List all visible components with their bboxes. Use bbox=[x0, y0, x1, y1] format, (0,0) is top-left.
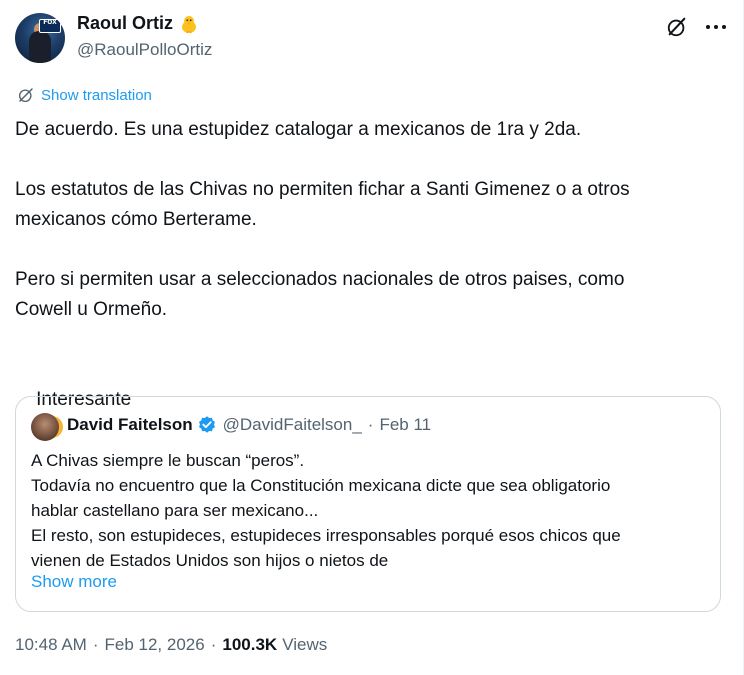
grok-slash-circle-icon[interactable] bbox=[666, 16, 688, 38]
show-more-link[interactable]: Show more bbox=[31, 572, 117, 592]
tweet-meta: 10:48 AM · Feb 12, 2026 · 100.3K Views bbox=[15, 635, 327, 655]
quoted-text-line: A Chivas siempre le buscan “peros”. bbox=[31, 451, 305, 470]
show-translation-label: Show translation bbox=[41, 86, 152, 104]
quoted-author-handle[interactable]: @DavidFaitelson_ bbox=[223, 415, 362, 435]
verified-badge-icon bbox=[198, 416, 215, 433]
tweet-time[interactable]: 10:48 AM bbox=[15, 635, 87, 655]
more-dots-icon[interactable] bbox=[704, 16, 728, 38]
avatar-body bbox=[29, 31, 51, 63]
author-display-name[interactable]: Raoul Ortiz bbox=[77, 13, 173, 34]
tweet-paragraph: Pero si permiten usar a seleccionados na… bbox=[15, 269, 625, 320]
author-handle[interactable]: @RaoulPolloOrtiz bbox=[77, 40, 212, 60]
tweet-paragraph: Los estatutos de las Chivas no permiten … bbox=[15, 179, 630, 230]
quoted-author-name[interactable]: David Faitelson bbox=[67, 415, 193, 435]
author-name-row: Raoul Ortiz bbox=[77, 13, 199, 34]
quoted-tweet-header: David Faitelson @DavidFaitelson_ · Feb 1… bbox=[67, 415, 431, 435]
meta-separator: · bbox=[210, 635, 217, 654]
quoted-tweet-text: A Chivas siempre le buscan “peros”. Toda… bbox=[31, 448, 711, 573]
tweet-paragraph: De acuerdo. Es una estupidez catalogar a… bbox=[15, 119, 582, 140]
quoted-author-avatar[interactable] bbox=[31, 413, 59, 441]
tweet-header: FOX Raoul Ortiz @RaoulPolloOrtiz bbox=[15, 12, 730, 64]
author-avatar[interactable]: FOX bbox=[15, 13, 65, 63]
quoted-date[interactable]: Feb 11 bbox=[379, 415, 431, 435]
baby-chick-icon bbox=[182, 15, 197, 33]
tweet-date[interactable]: Feb 12, 2026 bbox=[105, 635, 205, 655]
quoted-separator: · bbox=[367, 415, 374, 434]
quoted-text-line: vienen de Estados Unidos son hijos o nie… bbox=[31, 551, 389, 570]
quoted-text-line: Todavía no encuentro que la Constitución… bbox=[31, 476, 611, 495]
show-translation-link[interactable]: Show translation bbox=[17, 86, 152, 104]
quoted-tweet-card[interactable]: David Faitelson @DavidFaitelson_ · Feb 1… bbox=[15, 396, 721, 612]
quoted-text-line: hablar castellano para ser mexicano... bbox=[31, 501, 319, 520]
views-count: 100.3K bbox=[222, 635, 278, 654]
avatar-logo-badge: FOX bbox=[39, 19, 61, 33]
translate-icon bbox=[18, 88, 33, 103]
views-label: Views bbox=[282, 635, 328, 654]
meta-separator: · bbox=[92, 635, 99, 654]
quoted-text-line: El resto, son estupideces, estupideces i… bbox=[31, 526, 621, 545]
